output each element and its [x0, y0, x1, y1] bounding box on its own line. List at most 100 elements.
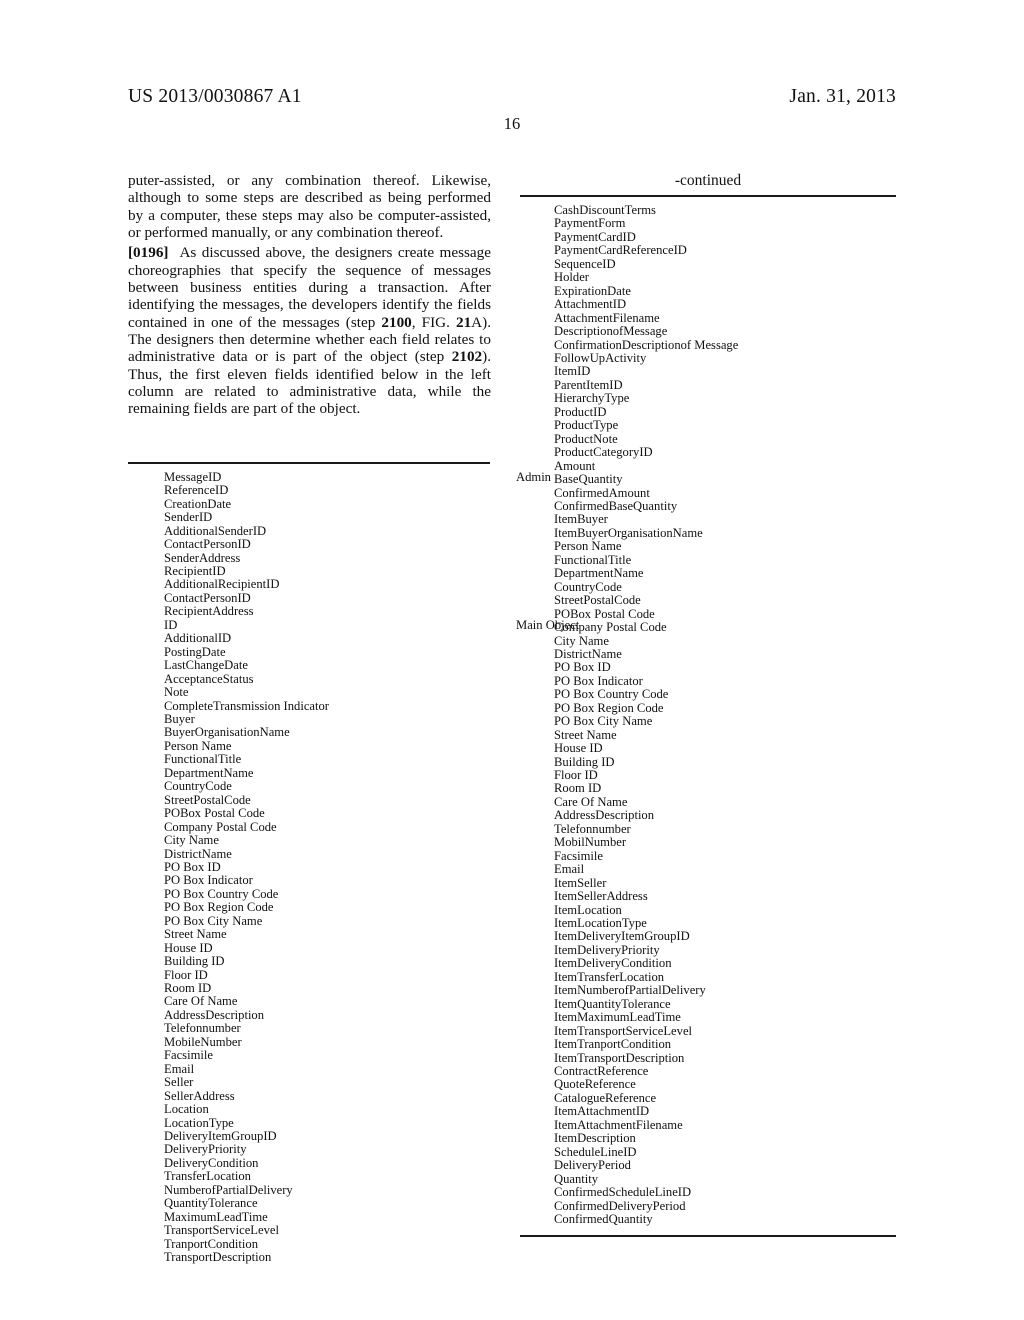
field-name: MaximumLeadTime	[164, 1209, 268, 1224]
field-row: LocationType	[128, 1115, 491, 1130]
field-row: PO Box City Name	[554, 714, 896, 729]
field-name: PO Box ID	[164, 859, 221, 874]
field-row: ProductNote	[554, 431, 896, 446]
field-name: ItemDeliveryCondition	[554, 956, 672, 971]
field-row: Company Postal Code	[128, 820, 491, 834]
field-name: QuoteReference	[554, 1077, 636, 1092]
field-row: ItemDescription	[554, 1131, 896, 1146]
field-row: CountryCode	[128, 779, 491, 794]
field-name: TransportDescription	[164, 1250, 272, 1265]
field-name: AddressDescription	[554, 808, 655, 823]
field-name: ContactPersonID	[164, 537, 251, 552]
field-name: Street Name	[164, 927, 227, 942]
field-name: Note	[164, 685, 189, 700]
field-row: PostingDate	[128, 645, 491, 659]
field-row: Telefonnumber	[554, 822, 896, 836]
field-row: ItemTransportDescription	[554, 1051, 896, 1065]
field-row: ReferenceID	[128, 483, 491, 497]
field-name: TransportServiceLevel	[164, 1223, 279, 1238]
field-row: PaymentCardReferenceID	[554, 243, 896, 257]
field-row: AdditionalID	[128, 631, 491, 645]
field-row: Facsimile	[554, 848, 896, 863]
field-row: ProductType	[554, 418, 896, 432]
field-name: LastChangeDate	[164, 658, 248, 673]
field-name: ItemDescription	[554, 1131, 636, 1146]
field-name: Location	[164, 1102, 209, 1117]
field-name: ItemID	[554, 364, 591, 379]
field-row: ConfirmedBaseQuantity	[554, 499, 896, 513]
field-name: Amount	[554, 458, 596, 473]
field-name: ConfirmedQuantity	[554, 1211, 653, 1226]
field-row: ItemID	[554, 364, 896, 379]
field-row: PO Box Region Code	[128, 900, 491, 914]
field-row: DeliveryPeriod	[554, 1158, 896, 1172]
field-name: ParentItemID	[554, 377, 623, 392]
field-name: ItemSellerAddress	[554, 889, 648, 904]
field-row: PaymentCardID	[554, 230, 896, 244]
field-row: PO Box City Name	[128, 914, 491, 928]
field-name: Facsimile	[554, 848, 603, 863]
field-row: ItemNumberofPartialDelivery	[554, 983, 896, 997]
field-row: Person Name	[128, 738, 491, 753]
field-row: TranportCondition	[128, 1236, 491, 1251]
field-name: Building ID	[554, 754, 615, 769]
field-row: DistrictName	[554, 647, 896, 661]
field-name: DepartmentName	[554, 566, 644, 581]
field-name: Floor ID	[164, 967, 208, 982]
field-name: AttachmentFilename	[554, 310, 660, 325]
field-row: ItemDeliveryCondition	[554, 956, 896, 971]
field-row: ProductID	[554, 404, 896, 419]
continued-label: -continued	[674, 172, 742, 189]
field-row: Seller	[128, 1075, 491, 1089]
field-name: StreetPostalCode	[554, 593, 641, 608]
field-name: MessageID	[164, 469, 222, 484]
field-row: SenderID	[128, 510, 491, 524]
field-row: DistrictName	[128, 847, 491, 861]
field-name: ContactPersonID	[164, 590, 251, 605]
page-number: 16	[503, 114, 521, 133]
field-name: PaymentForm	[554, 216, 626, 231]
field-name: TranportCondition	[164, 1236, 258, 1251]
field-row: StreetPostalCode	[128, 793, 491, 807]
field-row: AdditionalSenderID	[128, 524, 491, 538]
field-name: PO Box City Name	[554, 714, 653, 729]
field-name: City Name	[554, 633, 609, 648]
field-row: ItemTransferLocation	[554, 969, 896, 984]
field-name: ItemTransferLocation	[554, 969, 665, 984]
field-row: ID Main Object	[128, 618, 579, 632]
publication-number: US 2013/0030867 A1	[128, 86, 302, 107]
field-name: DeliveryCondition	[164, 1155, 259, 1170]
field-row: Holder	[554, 270, 896, 285]
field-name: ProductNote	[554, 431, 618, 446]
field-row: SellerAddress	[128, 1089, 491, 1103]
field-name: Room ID	[554, 781, 602, 796]
field-name: PO Box Region Code	[554, 700, 664, 715]
field-row: ItemTransportServiceLevel	[554, 1024, 896, 1038]
field-row: ItemSellerAddress	[554, 889, 896, 904]
field-row: ConfirmedAmount	[554, 486, 896, 500]
field-row: Amount	[554, 458, 896, 473]
paragraph-0196-text: As discussed above, the designers create…	[128, 244, 491, 418]
field-name: SenderAddress	[164, 550, 241, 565]
field-name: Holder	[554, 270, 589, 285]
field-name: RecipientID	[164, 563, 226, 578]
field-row: SenderAddress	[128, 550, 491, 565]
field-name: LocationType	[164, 1115, 234, 1130]
field-name: PO Box Country Code	[164, 886, 279, 901]
field-row: CashDiscountTerms	[554, 203, 896, 217]
field-name: CountryCode	[164, 779, 232, 794]
field-row: AddressDescription	[554, 808, 896, 823]
field-name: Person Name	[164, 738, 232, 753]
field-name: ItemSeller	[554, 875, 607, 890]
field-row: ScheduleLineID	[554, 1145, 896, 1159]
field-row: Room ID	[128, 981, 491, 995]
field-name: Buyer	[164, 711, 195, 726]
field-row: MobileNumber	[128, 1035, 491, 1049]
field-row: Quantity	[554, 1172, 896, 1186]
field-name: Company Postal Code	[554, 620, 667, 635]
field-name: ProductID	[554, 404, 607, 419]
field-row: Room ID	[554, 781, 896, 796]
field-name: NumberofPartialDelivery	[164, 1182, 293, 1197]
field-row: ProductCategoryID	[554, 445, 896, 459]
field-row: CompleteTransmission Indicator	[128, 699, 491, 713]
